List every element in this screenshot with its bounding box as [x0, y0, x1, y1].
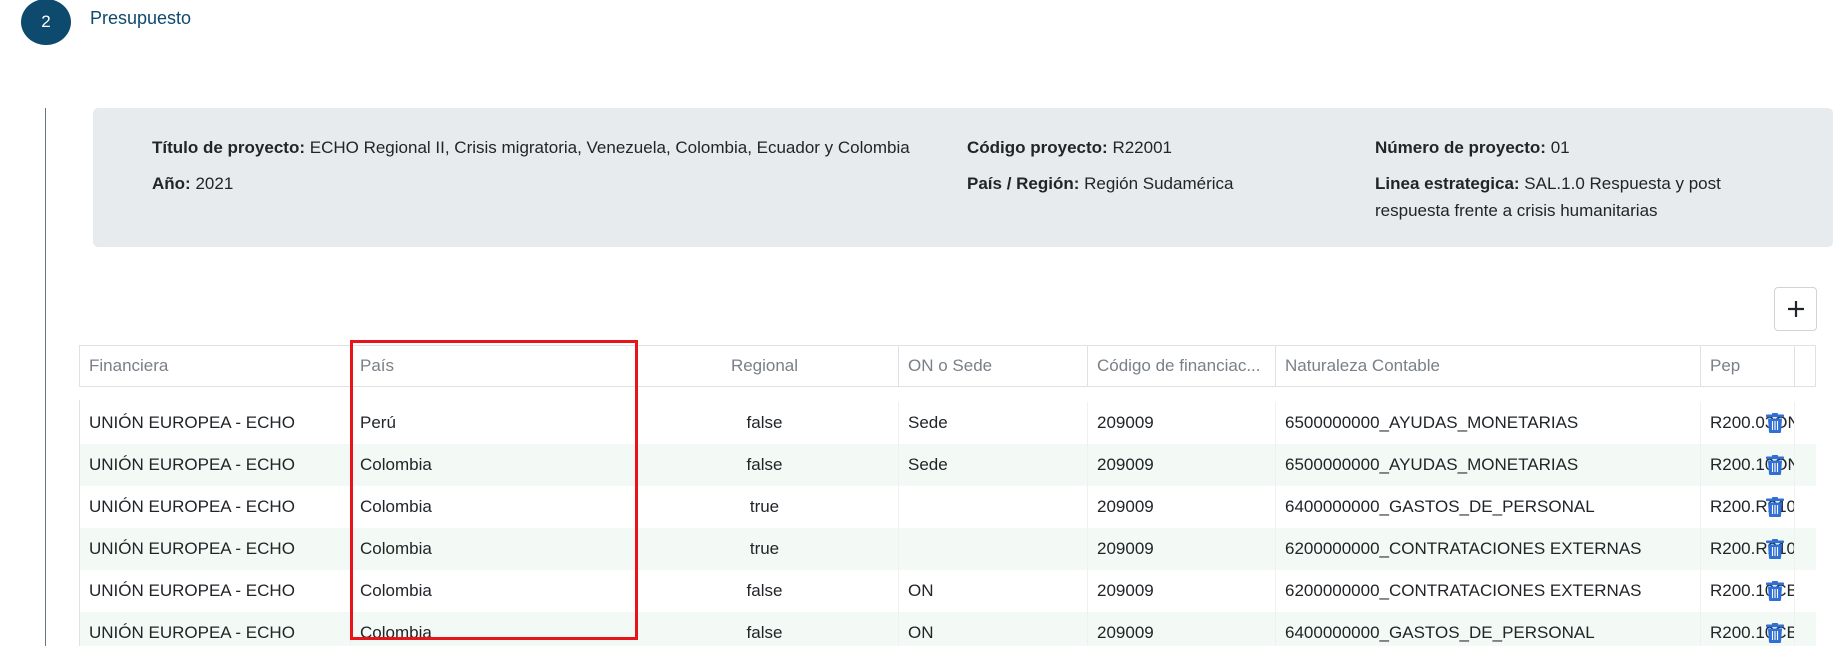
- cell-naturaleza: 6200000000_CONTRATACIONES EXTERNAS: [1276, 528, 1701, 570]
- project-title-field: Título de proyecto: ECHO Regional II, Cr…: [152, 134, 910, 161]
- table-row[interactable]: UNIÓN EUROPEA - ECHO Colombia true 20900…: [80, 486, 1816, 528]
- project-country-label: País / Región:: [967, 174, 1080, 193]
- project-country-value: Región Sudamérica: [1084, 174, 1234, 193]
- add-row-button[interactable]: [1774, 287, 1817, 331]
- cell-on-sede: ON: [899, 570, 1088, 612]
- column-header-financiera[interactable]: Financiera: [80, 346, 351, 386]
- cell-regional: false: [631, 570, 899, 612]
- cell-pais: Colombia: [360, 539, 432, 558]
- project-info-panel: Título de proyecto: ECHO Regional II, Cr…: [93, 108, 1833, 247]
- table-row[interactable]: UNIÓN EUROPEA - ECHO Colombia true 20900…: [80, 528, 1816, 570]
- cell-financiera: UNIÓN EUROPEA - ECHO: [80, 402, 351, 444]
- column-header-regional[interactable]: Regional: [631, 346, 899, 386]
- budget-table-header: Financiera País Regional ON o Sede Códig…: [79, 345, 1816, 387]
- cell-pais: Perú: [360, 413, 396, 432]
- project-number-label: Número de proyecto:: [1375, 138, 1546, 157]
- table-row[interactable]: UNIÓN EUROPEA - ECHO Colombia false ON 2…: [80, 612, 1816, 646]
- plus-icon: [1787, 301, 1804, 317]
- cell-on-sede: Sede: [899, 402, 1088, 444]
- cell-financiera: UNIÓN EUROPEA - ECHO: [80, 486, 351, 528]
- cell-naturaleza: 6400000000_GASTOS_DE_PERSONAL: [1276, 486, 1701, 528]
- cell-pais: Colombia: [360, 497, 432, 516]
- trash-icon[interactable]: [1766, 623, 1784, 643]
- project-year-field: Año: 2021: [152, 170, 233, 197]
- project-title-label: Título de proyecto:: [152, 138, 305, 157]
- column-header-codigo-financiacion[interactable]: Código de financiac...: [1088, 346, 1276, 386]
- cell-codigo: 209009: [1088, 486, 1276, 528]
- strategic-line-value-2: respuesta frente a crisis humanitarias: [1375, 201, 1658, 220]
- project-year-value: 2021: [195, 174, 234, 193]
- table-row[interactable]: UNIÓN EUROPEA - ECHO Perú false Sede 209…: [80, 402, 1816, 444]
- cell-on-sede: [899, 486, 1088, 528]
- cell-on-sede: Sede: [899, 444, 1088, 486]
- cell-regional: true: [631, 486, 899, 528]
- cell-naturaleza: 6500000000_AYUDAS_MONETARIAS: [1276, 444, 1701, 486]
- column-header-naturaleza-contable[interactable]: Naturaleza Contable: [1276, 346, 1701, 386]
- table-row[interactable]: UNIÓN EUROPEA - ECHO Colombia false ON 2…: [80, 570, 1816, 612]
- strategic-line-field: Linea estrategica: SAL.1.0 Respuesta y p…: [1375, 170, 1721, 224]
- cell-naturaleza: 6200000000_CONTRATACIONES EXTERNAS: [1276, 570, 1701, 612]
- budget-table-body: UNIÓN EUROPEA - ECHO Perú false Sede 209…: [79, 400, 1816, 646]
- cell-financiera: UNIÓN EUROPEA - ECHO: [80, 444, 351, 486]
- step-label[interactable]: Presupuesto: [90, 8, 191, 29]
- trash-icon[interactable]: [1766, 581, 1784, 601]
- cell-pais: Colombia: [360, 581, 432, 600]
- trash-icon[interactable]: [1766, 455, 1784, 475]
- project-title-value: ECHO Regional II, Crisis migratoria, Ven…: [309, 138, 910, 157]
- cell-financiera: UNIÓN EUROPEA - ECHO: [80, 570, 351, 612]
- cell-codigo: 209009: [1088, 570, 1276, 612]
- column-header-on-sede[interactable]: ON o Sede: [899, 346, 1088, 386]
- cell-pais: Colombia: [360, 455, 432, 474]
- cell-on-sede: [899, 528, 1088, 570]
- cell-codigo: 209009: [1088, 444, 1276, 486]
- cell-codigo: 209009: [1088, 612, 1276, 646]
- cell-financiera: UNIÓN EUROPEA - ECHO: [80, 612, 351, 646]
- column-header-actions: [1795, 346, 1817, 386]
- cell-regional: false: [631, 612, 899, 646]
- cell-regional: true: [631, 528, 899, 570]
- step-number: 2: [41, 12, 51, 31]
- project-number-value: 01: [1550, 138, 1570, 157]
- stepper-timeline-line: [45, 108, 46, 646]
- column-header-pais[interactable]: País: [351, 346, 631, 386]
- trash-icon[interactable]: [1766, 539, 1784, 559]
- cell-pais: Colombia: [360, 623, 432, 642]
- strategic-line-value-1: SAL.1.0 Respuesta y post: [1524, 174, 1721, 193]
- table-row[interactable]: UNIÓN EUROPEA - ECHO Colombia false Sede…: [80, 444, 1816, 486]
- project-year-label: Año:: [152, 174, 191, 193]
- cell-naturaleza: 6400000000_GASTOS_DE_PERSONAL: [1276, 612, 1701, 646]
- column-header-pep[interactable]: Pep: [1701, 346, 1795, 386]
- cell-regional: false: [631, 402, 899, 444]
- trash-icon[interactable]: [1766, 497, 1784, 517]
- cell-naturaleza: 6500000000_AYUDAS_MONETARIAS: [1276, 402, 1701, 444]
- trash-icon[interactable]: [1766, 413, 1784, 433]
- project-number-field: Número de proyecto: 01: [1375, 134, 1570, 161]
- cell-on-sede: ON: [899, 612, 1088, 646]
- cell-regional: false: [631, 444, 899, 486]
- project-code-label: Código proyecto:: [967, 138, 1108, 157]
- step-number-badge: 2: [21, 0, 71, 45]
- project-code-value: R22001: [1112, 138, 1173, 157]
- project-code-field: Código proyecto: R22001: [967, 134, 1172, 161]
- strategic-line-label: Linea estrategica:: [1375, 174, 1520, 193]
- cell-codigo: 209009: [1088, 402, 1276, 444]
- cell-financiera: UNIÓN EUROPEA - ECHO: [80, 528, 351, 570]
- project-country-field: País / Región: Región Sudamérica: [967, 170, 1233, 197]
- cell-codigo: 209009: [1088, 528, 1276, 570]
